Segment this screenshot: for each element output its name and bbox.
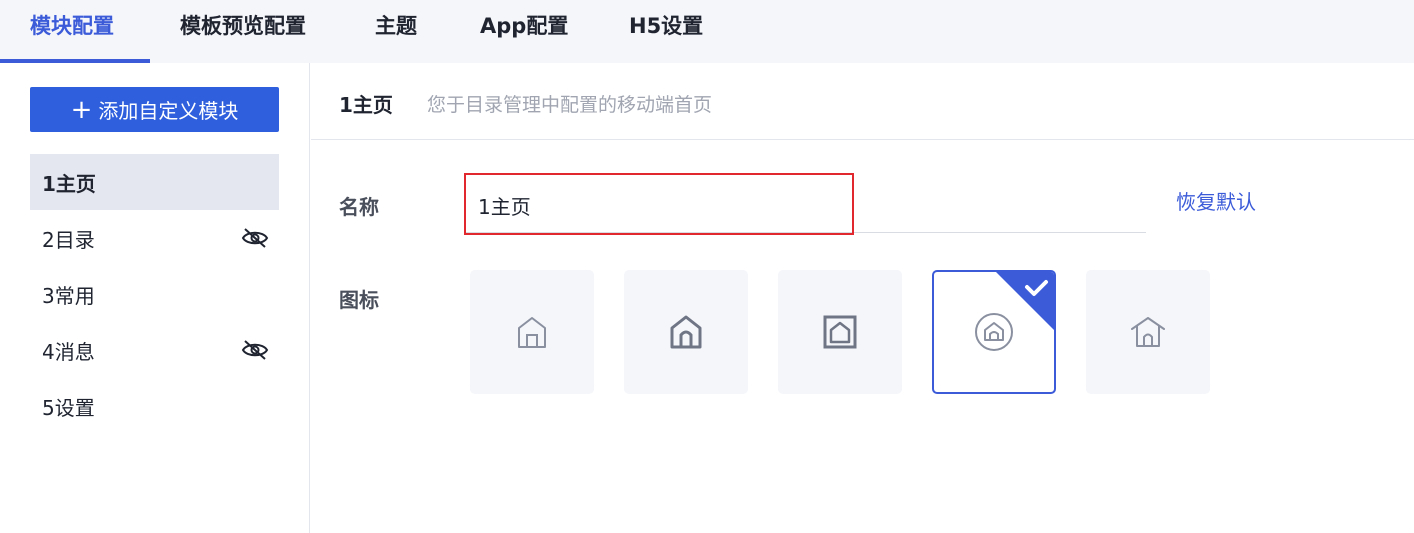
- eye-off-icon[interactable]: [241, 339, 269, 361]
- module-header: 1主页 您于目录管理中配置的移动端首页: [311, 63, 1414, 140]
- tab-theme[interactable]: 主题: [375, 0, 417, 63]
- name-input[interactable]: [466, 177, 852, 233]
- sidebar-item-messages[interactable]: 4消息: [30, 322, 279, 378]
- icon-option-3[interactable]: [778, 270, 902, 394]
- tab-app-config[interactable]: App配置: [480, 0, 568, 63]
- home-outline-3-icon: [1131, 317, 1165, 347]
- sidebar-item-label: 5设置: [42, 395, 95, 420]
- sidebar-item-label: 3常用: [42, 283, 95, 308]
- top-tab-bar: 模块配置 模板预览配置 主题 App配置 H5设置: [0, 0, 1414, 63]
- eye-off-icon[interactable]: [241, 227, 269, 249]
- sidebar-item-home[interactable]: 1主页: [30, 154, 279, 210]
- name-label: 名称: [339, 195, 379, 219]
- page-title: 1主页: [339, 93, 393, 117]
- icon-label: 图标: [339, 288, 379, 312]
- home-square-icon: [823, 315, 857, 349]
- tab-h5-settings[interactable]: H5设置: [629, 0, 703, 63]
- home-outline-1-icon: [518, 317, 546, 348]
- add-custom-module-label: 添加自定义模块: [98, 99, 239, 123]
- page-description: 您于目录管理中配置的移动端首页: [427, 94, 713, 116]
- name-field-container: [466, 177, 1146, 233]
- restore-default-link[interactable]: 恢复默认: [1176, 186, 1256, 215]
- sidebar-item-label: 1主页: [42, 171, 96, 196]
- home-outline-2-icon: [670, 315, 702, 349]
- icon-option-2[interactable]: [624, 270, 748, 394]
- tab-template-preview-config[interactable]: 模板预览配置: [180, 0, 306, 63]
- icon-option-1[interactable]: [470, 270, 594, 394]
- icon-option-5[interactable]: [1086, 270, 1210, 394]
- tab-module-config[interactable]: 模块配置: [30, 0, 114, 63]
- module-sidebar: + 添加自定义模块 1主页 2目录 3常用 4消息 5设置: [0, 63, 310, 533]
- sidebar-item-label: 4消息: [42, 339, 95, 364]
- sidebar-item-catalog[interactable]: 2目录: [30, 210, 279, 266]
- plus-icon: +: [70, 94, 93, 125]
- sidebar-item-common[interactable]: 3常用: [30, 266, 279, 322]
- sidebar-item-label: 2目录: [42, 227, 95, 252]
- add-custom-module-button[interactable]: + 添加自定义模块: [30, 87, 279, 132]
- icon-option-4[interactable]: [932, 270, 1056, 394]
- sidebar-item-settings[interactable]: 5设置: [30, 378, 279, 434]
- selected-check-icon: [996, 272, 1054, 330]
